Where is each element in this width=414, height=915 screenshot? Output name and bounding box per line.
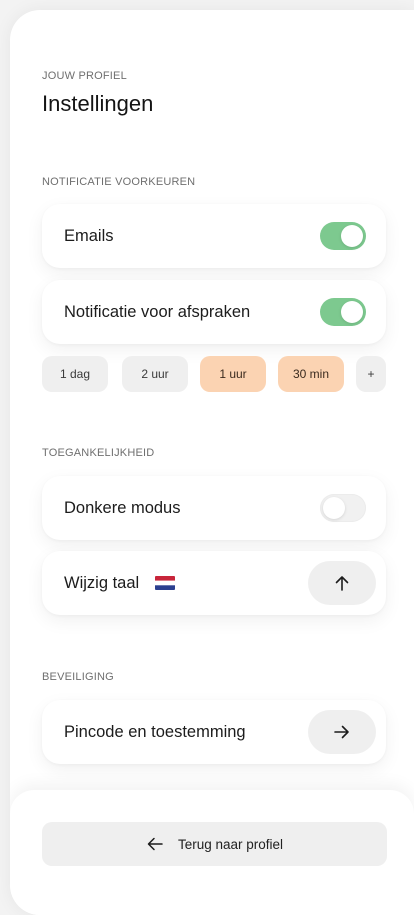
add-reminder-button[interactable]: + [356,356,386,392]
back-to-profile-button[interactable]: Terug naar profiel [42,822,387,866]
reminder-chip-2-uur[interactable]: 2 uur [122,356,188,392]
emails-setting-card: Emails [42,204,386,268]
section-title-accessibility: TOEGANKELIJKHEID [42,447,155,459]
pincode-setting-card[interactable]: Pincode en toestemming [42,700,386,764]
toggle-knob [323,497,345,519]
pincode-label: Pincode en toestemming [64,722,246,741]
pincode-open-button[interactable] [308,710,376,754]
dark-mode-label: Donkere modus [64,498,181,517]
reminder-chip-1-dag[interactable]: 1 dag [42,356,108,392]
arrow-left-icon [147,837,163,851]
language-setting-card[interactable]: Wijzig taal [42,551,386,615]
toggle-knob [341,301,363,323]
dark-mode-toggle[interactable] [320,494,366,522]
reminder-options: 1 dag 2 uur 1 uur 30 min + [42,356,386,392]
arrow-right-icon [334,725,349,739]
profile-overline: JOUW PROFIEL [42,70,127,82]
section-title-notifications: NOTIFICATIE VOORKEUREN [42,176,196,188]
language-label: Wijzig taal [64,573,140,592]
back-to-profile-label: Terug naar profiel [177,836,284,852]
settings-screen: JOUW PROFIEL Instellingen NOTIFICATIE VO… [10,10,414,915]
change-language-button[interactable] [308,561,376,605]
bottom-bar: Terug naar profiel [10,790,414,915]
arrow-up-icon [335,576,349,591]
netherlands-flag-icon [155,576,176,590]
reminder-chip-30-min[interactable]: 30 min [278,356,344,392]
page-title: Instellingen [42,91,154,116]
reminder-chip-1-uur[interactable]: 1 uur [200,356,266,392]
appointments-toggle[interactable] [320,298,366,326]
section-title-security: BEVEILIGING [42,671,114,683]
appointments-setting-card: Notificatie voor afspraken [42,280,386,344]
toggle-knob [341,225,363,247]
dark-mode-setting-card: Donkere modus [42,476,386,540]
emails-label: Emails [64,226,114,245]
appointments-label: Notificatie voor afspraken [64,302,251,321]
emails-toggle[interactable] [320,222,366,250]
